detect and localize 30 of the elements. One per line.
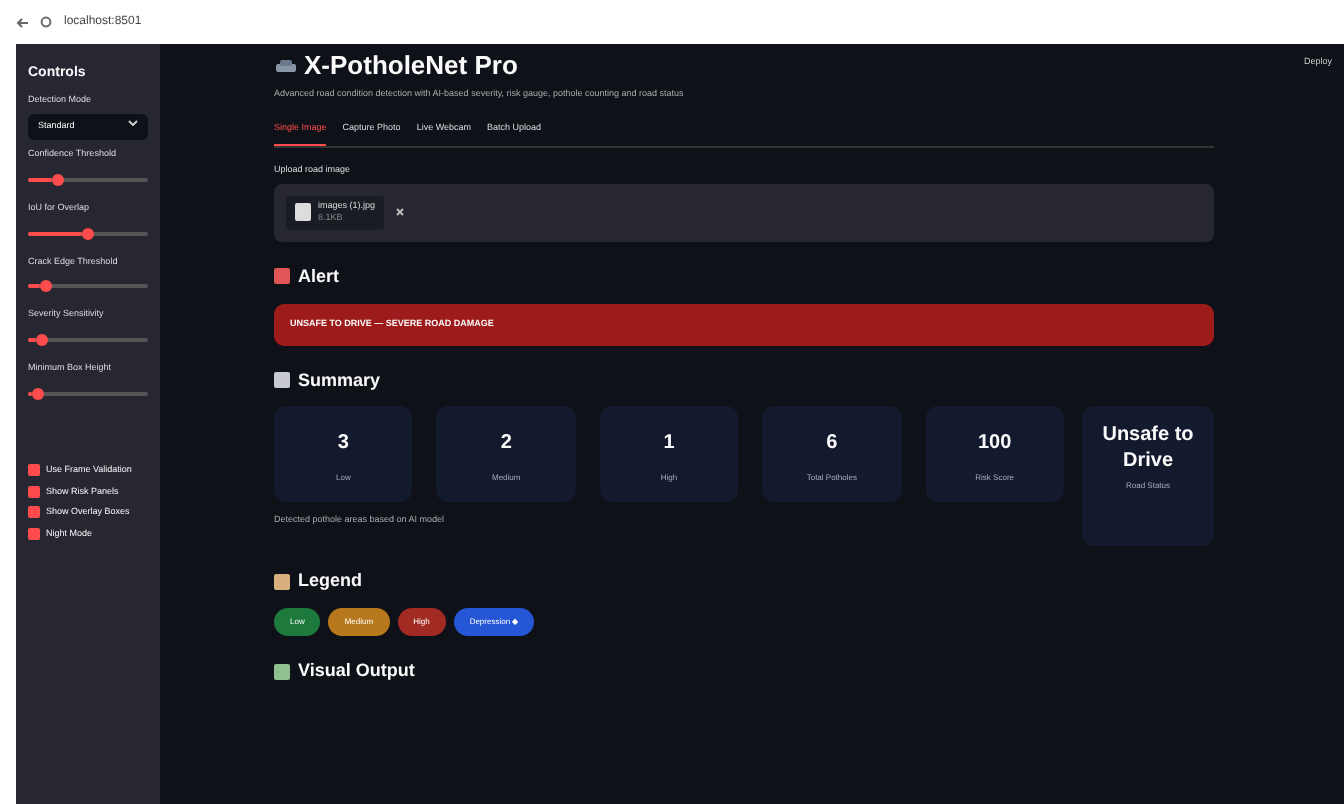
section-heading: Legend [298, 570, 363, 593]
back-icon[interactable] [16, 17, 28, 27]
card-value: 3 [337, 429, 349, 458]
checkbox[interactable] [28, 528, 40, 540]
section-heading: Summary [298, 369, 381, 391]
slider-thumb[interactable] [36, 334, 49, 346]
car-icon [274, 57, 298, 76]
card-value: Unsafe to Drive [1100, 422, 1196, 475]
slider-fill [28, 284, 40, 289]
slider-track[interactable] [28, 177, 148, 182]
slider-track[interactable] [28, 391, 148, 396]
slider-thumb[interactable] [40, 280, 52, 293]
checkbox[interactable] [28, 506, 40, 519]
card-value: 6 [826, 429, 838, 458]
slider-thumb[interactable] [31, 387, 44, 400]
page-title: X-PotholeNet Pro [304, 52, 518, 81]
checkbox[interactable] [28, 485, 40, 497]
slider-track[interactable] [28, 284, 148, 289]
section-heading: Visual Output [298, 660, 415, 682]
section-heading: Alert [298, 266, 340, 288]
file-icon [294, 202, 312, 223]
slider-thumb[interactable] [82, 227, 94, 239]
close-icon[interactable] [395, 208, 404, 217]
card-value: 2 [500, 429, 512, 458]
card-value: 100 [977, 429, 1012, 458]
card-value: 1 [663, 429, 675, 458]
caret-icon [128, 120, 138, 127]
slider-thumb[interactable] [52, 173, 64, 186]
checkbox[interactable] [28, 463, 40, 476]
slider-fill [28, 177, 52, 182]
